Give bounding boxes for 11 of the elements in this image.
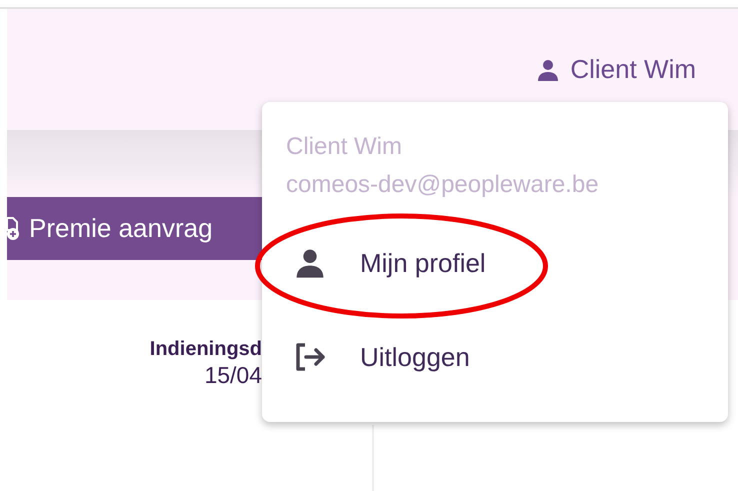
menu-item[interactable]: Mijn profiel [262,216,728,310]
menu-item[interactable]: Uitloggen [262,310,728,404]
logout-icon [294,342,326,372]
user-name-link[interactable]: Client Wim [570,50,696,89]
menu-user-name: Client Wim [286,132,402,162]
menu-user-email: comeos-dev@peopleware.be [286,170,599,200]
request-button[interactable]: Premie aanvrag [7,197,262,260]
person-icon [536,58,560,82]
table-cell: 15/04 [204,362,262,388]
column-header: Indieningsd [150,337,262,362]
document-plus-icon [7,216,21,242]
